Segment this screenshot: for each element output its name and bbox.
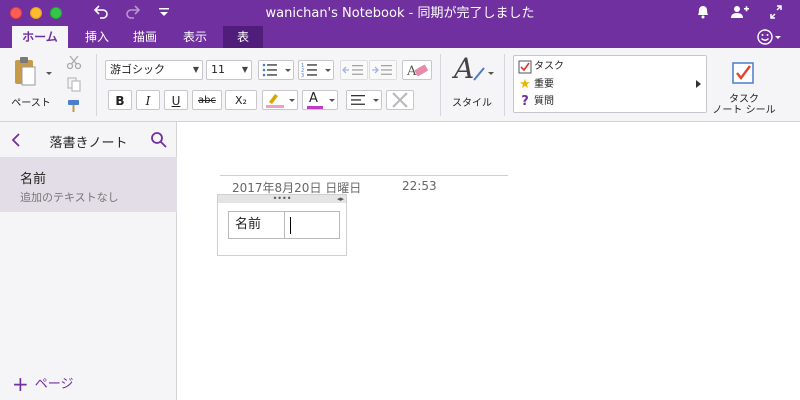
sidebar: 落書きノート 名前 追加のテキストなし + ページ: [0, 122, 177, 400]
subscript-button[interactable]: X₂: [225, 90, 257, 110]
container-drag-handle[interactable]: •••• ◂▸: [218, 195, 346, 203]
bullets-button[interactable]: [258, 60, 294, 80]
page-item-subtitle: 追加のテキストなし: [20, 191, 119, 204]
tab-insert[interactable]: 挿入: [72, 26, 122, 48]
strikethrough-button[interactable]: abc: [192, 90, 222, 110]
text-caret: [290, 217, 291, 234]
indent-icon: [372, 65, 392, 75]
tag-important[interactable]: ★ 重要: [519, 77, 554, 93]
expand-gallery-icon[interactable]: [694, 78, 702, 90]
table-cell[interactable]: 名前: [229, 212, 285, 238]
close-icon: [392, 92, 408, 108]
task-tag-label: タスク ノート シール: [712, 94, 776, 116]
font-size-value: 11: [211, 63, 225, 76]
search-icon[interactable]: [150, 131, 168, 149]
add-page-label: ページ: [34, 377, 74, 392]
italic-button[interactable]: I: [136, 90, 160, 110]
clear-formatting-button[interactable]: A: [402, 60, 432, 80]
ribbon-tabs: ホーム 挿入 描画 表示 表: [0, 26, 800, 48]
tab-table[interactable]: 表: [223, 26, 263, 48]
paste-label: ペースト: [11, 98, 51, 109]
window-title: wanichan's Notebook - 同期が完了しました: [265, 6, 535, 21]
align-button[interactable]: [346, 90, 382, 110]
resize-icon[interactable]: ◂▸: [337, 195, 344, 203]
underline-button[interactable]: U: [164, 90, 188, 110]
highlighter-icon: [266, 94, 295, 108]
task-tag-label-line1: タスク: [729, 94, 759, 105]
page-canvas[interactable]: 2017年8月20日 日曜日 22:53 •••• ◂▸ 名前: [178, 122, 800, 400]
chevron-down-icon: ▼: [241, 65, 248, 74]
tab-draw[interactable]: 描画: [122, 26, 168, 48]
chevron-down-icon: [329, 99, 335, 102]
delete-button[interactable]: [386, 90, 414, 110]
decrease-indent-button[interactable]: [340, 60, 368, 80]
section-title: 落書きノート: [49, 136, 128, 151]
align-left-icon: [351, 95, 379, 105]
numbered-list-icon: 123: [301, 63, 331, 79]
tag-task-label: タスク: [534, 61, 564, 72]
note-container[interactable]: •••• ◂▸ 名前: [217, 194, 347, 256]
outdent-icon: [342, 65, 363, 75]
task-tag-button[interactable]: [730, 60, 756, 86]
styles-label: スタイル: [452, 98, 492, 109]
tag-question-label: 質問: [534, 96, 554, 107]
font-name-value: 游ゴシック: [110, 63, 165, 76]
font-color-swatch: [307, 106, 323, 109]
divider: [504, 54, 505, 116]
title-underline: [220, 175, 508, 176]
svg-text:3: 3: [301, 73, 304, 79]
format-painter-icon[interactable]: [66, 98, 82, 117]
bold-button[interactable]: B: [108, 90, 132, 110]
copy-icon[interactable]: [66, 76, 82, 95]
tag-important-label: 重要: [534, 79, 554, 90]
expand-icon[interactable]: [768, 3, 784, 26]
highlight-button[interactable]: [262, 90, 298, 110]
increase-indent-button[interactable]: [369, 60, 397, 80]
divider: [440, 54, 441, 116]
add-user-icon[interactable]: [730, 3, 750, 26]
page-time: 22:53: [402, 179, 437, 193]
chevron-down-icon: ▼: [192, 65, 199, 74]
bell-icon[interactable]: [695, 3, 711, 26]
page-item-title: 名前: [20, 172, 47, 187]
tag-task[interactable]: タスク: [518, 59, 564, 75]
checkbox-icon: [518, 60, 532, 74]
font-size-dropdown[interactable]: 11 ▼: [206, 60, 252, 80]
drag-dots-icon: ••••: [272, 194, 292, 203]
note-table[interactable]: 名前: [228, 211, 340, 239]
brush-icon: [473, 67, 494, 81]
font-color-button[interactable]: A: [302, 90, 338, 110]
plus-icon: +: [12, 372, 29, 396]
question-icon: ?: [521, 94, 529, 109]
tab-home[interactable]: ホーム: [12, 26, 68, 48]
numbering-button[interactable]: 123: [298, 60, 334, 80]
tag-question[interactable]: ? 質問: [521, 94, 554, 110]
title-bar: wanichan's Notebook - 同期が完了しました: [0, 0, 800, 26]
bullet-list-icon: [262, 63, 291, 77]
font-name-dropdown[interactable]: 游ゴシック ▼: [105, 60, 203, 80]
add-page-button[interactable]: + ページ: [12, 372, 74, 396]
task-tag-label-line2: ノート シール: [712, 105, 776, 116]
sidebar-header: 落書きノート: [0, 122, 177, 158]
page-list-item[interactable]: 名前 追加のテキストなし: [0, 158, 177, 212]
divider: [96, 54, 97, 116]
back-icon[interactable]: [11, 131, 21, 153]
styles-button[interactable]: A: [450, 52, 496, 92]
tags-gallery[interactable]: タスク ★ 重要 ? 質問: [513, 55, 707, 113]
cut-icon[interactable]: [66, 54, 82, 73]
checkbox-icon: [732, 62, 754, 84]
clear-format-icon: A: [406, 64, 428, 79]
clipboard-icon: [15, 57, 52, 86]
star-icon: ★: [519, 77, 531, 92]
paste-button[interactable]: [12, 56, 52, 90]
tab-view[interactable]: 表示: [172, 26, 218, 48]
